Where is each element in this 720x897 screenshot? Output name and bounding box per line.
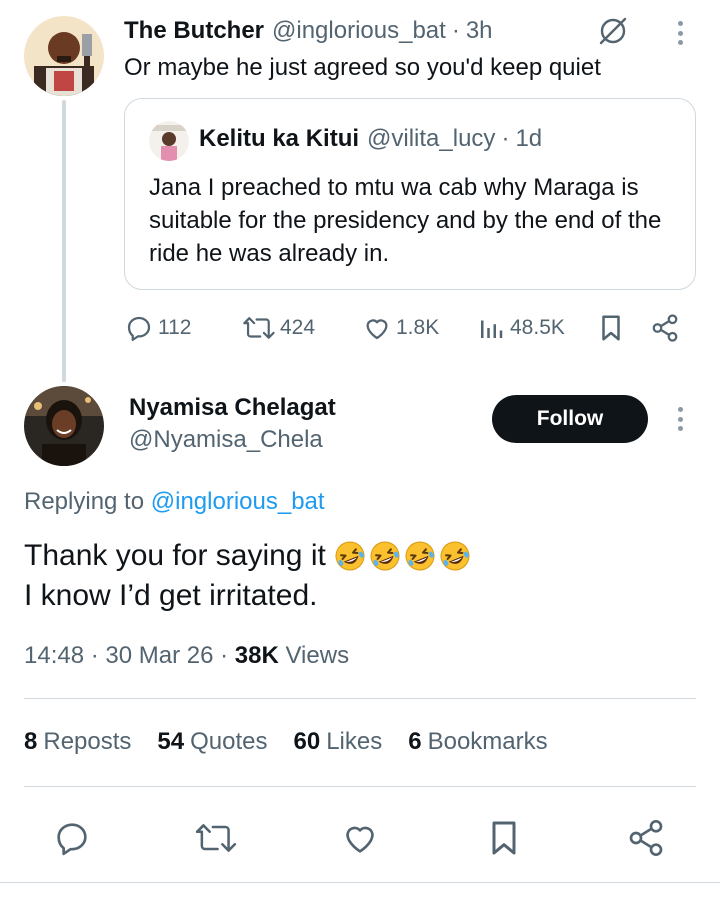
rolling-laughing-emoji-icon [334, 540, 366, 572]
quote-author-handle: @vilita_lucy [367, 125, 496, 152]
reply-button[interactable]: 112 [124, 310, 191, 346]
author-handle[interactable]: @inglorious_bat [272, 17, 446, 45]
divider [24, 786, 696, 787]
author-name[interactable]: The Butcher [124, 17, 264, 45]
repost-icon [242, 313, 276, 343]
heart-icon[interactable] [340, 818, 380, 858]
views-label: Views [285, 642, 350, 669]
tweet-timestamp[interactable]: 14:48 · 30 Mar 26 · [24, 642, 235, 669]
rolling-laughing-emoji-icon [404, 540, 436, 572]
tweet-time[interactable]: 3h [466, 17, 493, 45]
quote-time: 1d [515, 125, 543, 152]
reply-icon[interactable] [52, 818, 92, 858]
grok-icon[interactable] [596, 14, 630, 48]
tweet-meta: 14:48 · 30 Mar 26 · 38K Views [24, 642, 349, 670]
views-count: 48.5K [510, 316, 565, 339]
rolling-laughing-emoji-icon [439, 540, 471, 572]
share-icon[interactable] [626, 818, 666, 858]
stat-label: Likes [326, 728, 383, 755]
stat-0[interactable]: 8 Reposts [24, 728, 131, 756]
separator-dot: · [501, 125, 510, 152]
share-button[interactable] [650, 310, 680, 346]
avatar-kelitu [149, 121, 189, 161]
tweet-text-line-1: Thank you for saying it [24, 539, 326, 572]
avatar-the-butcher[interactable] [24, 16, 104, 96]
quoted-tweet-card[interactable]: Kelitu ka Kitui @vilita_lucy · 1d Jana I… [124, 98, 696, 290]
bookmark-button[interactable] [596, 310, 626, 346]
stat-count: 54 [157, 728, 185, 755]
quote-text: Jana I preached to mtu wa cab why Maraga… [149, 174, 662, 267]
divider [24, 698, 696, 699]
reply-count: 112 [158, 316, 192, 339]
heart-icon [362, 313, 392, 343]
stat-label: Bookmarks [427, 728, 548, 755]
bookmark-icon[interactable] [484, 818, 524, 858]
parent-tweet-text: Or maybe he just agreed so you'd keep qu… [124, 54, 601, 81]
stat-label: Reposts [43, 728, 132, 755]
stat-count: 6 [408, 728, 422, 755]
stat-count: 8 [24, 728, 38, 755]
stat-2[interactable]: 60 Likes [294, 728, 383, 756]
views-icon [476, 313, 506, 343]
separator-dot: · [451, 17, 460, 44]
replying-to-line: Replying to @inglorious_bat [24, 488, 325, 516]
parent-tweet-actions: 112 424 1.8K 48.5K [124, 310, 696, 346]
author-name[interactable]: Nyamisa Chelagat [129, 394, 336, 422]
replying-handle-link[interactable]: @inglorious_bat [151, 488, 325, 515]
divider [0, 882, 720, 883]
more-options-icon[interactable] [670, 404, 690, 434]
bookmark-icon [596, 313, 626, 343]
tweet-line-2: I know I’d get irritated. [24, 576, 471, 616]
share-icon [650, 313, 680, 343]
like-button[interactable]: 1.8K [362, 310, 439, 346]
tweet-body: Thank you for saying it I know I’d get i… [24, 536, 471, 616]
views-total: 38K [234, 642, 279, 669]
stat-3[interactable]: 6 Bookmarks [408, 728, 547, 756]
tweet-line-1: Thank you for saying it [24, 536, 471, 576]
repost-count: 424 [280, 316, 316, 339]
engagement-stats: 8 Reposts 54 Quotes 60 Likes 6 Bookmarks [24, 728, 574, 756]
tweet-text-line-2: I know I’d get irritated. [24, 579, 318, 612]
views-button[interactable]: 48.5K [476, 310, 565, 346]
author-handle[interactable]: @Nyamisa_Chela [129, 426, 323, 454]
repost-button[interactable]: 424 [242, 310, 315, 346]
stat-1[interactable]: 54 Quotes [157, 728, 267, 756]
follow-button[interactable]: Follow [492, 395, 648, 443]
tweet-action-bar [0, 812, 720, 862]
avatar-nyamisa[interactable] [24, 386, 104, 466]
reply-icon [124, 313, 154, 343]
replying-prefix: Replying to [24, 488, 145, 515]
emoji-row [334, 540, 471, 572]
repost-icon[interactable] [194, 818, 237, 858]
like-count: 1.8K [396, 316, 440, 339]
quote-author-name: Kelitu ka Kitui [199, 125, 360, 152]
more-options-icon[interactable] [670, 18, 690, 48]
stat-count: 60 [293, 728, 321, 755]
thread-connector-line [62, 100, 66, 382]
quote-header: Kelitu ka Kitui @vilita_lucy · 1d [199, 125, 542, 153]
rolling-laughing-emoji-icon [369, 540, 401, 572]
stat-label: Quotes [190, 728, 268, 755]
